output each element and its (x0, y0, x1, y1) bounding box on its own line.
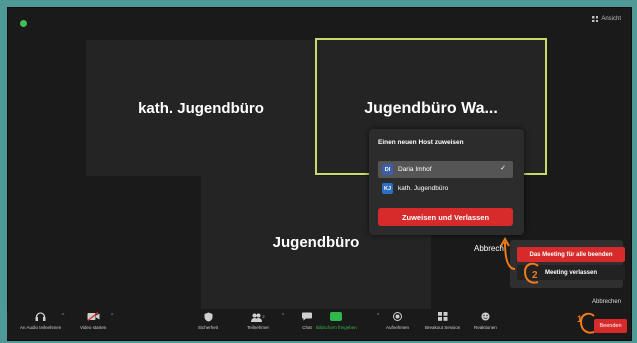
record-button[interactable]: Aufnehmen (386, 312, 409, 330)
breakout-rooms-button[interactable]: Breakout Session (425, 312, 460, 330)
encryption-shield-icon[interactable] (20, 20, 27, 27)
start-video-label: Video starten (80, 325, 107, 330)
start-video-button[interactable]: Video starten (80, 311, 107, 330)
tile-participant-name: Jugendbüro (272, 234, 360, 251)
video-off-icon (87, 311, 100, 322)
end-meeting-button[interactable]: Beenden (594, 319, 627, 333)
share-screen-icon (330, 312, 343, 321)
orange-annotation-number-1-icon: 1 (577, 312, 595, 334)
join-audio-button[interactable]: An Audio teilnehmen (20, 312, 61, 330)
share-screen-label: Bildschirm freigeben (316, 325, 357, 330)
view-button[interactable]: Ansicht (592, 16, 621, 22)
view-label: Ansicht (601, 16, 621, 22)
svg-text:2: 2 (532, 270, 538, 281)
assign-and-leave-button[interactable]: Zuweisen und Verlassen (378, 208, 513, 226)
orange-annotation-number-2-icon: 2 (523, 262, 539, 284)
reactions-button[interactable]: Reaktionen (474, 312, 497, 330)
end-meeting-for-all-button[interactable]: Das Meeting für alle beenden (517, 247, 625, 262)
participant-name: Daria Imhof (398, 166, 432, 173)
security-button[interactable]: Sicherheit (198, 312, 218, 330)
headphones-icon (35, 312, 46, 322)
chat-label: Chat (302, 325, 312, 330)
audio-options-chevron-icon[interactable]: ^ (62, 313, 64, 319)
avatar: DI (382, 164, 393, 175)
svg-text:1: 1 (577, 314, 582, 324)
record-label: Aufnehmen (386, 325, 410, 330)
participants-options-chevron-icon[interactable]: ^ (282, 313, 284, 319)
video-options-chevron-icon[interactable]: ^ (111, 313, 113, 319)
avatar: KJ (382, 183, 393, 194)
orange-annotation-arrow-icon (500, 236, 516, 270)
host-option-kath-jugendbuero[interactable]: KJ kath. Jugendbüro (378, 180, 513, 197)
video-tile-kath-jugendbuero[interactable]: kath. Jugendbüro (86, 40, 316, 176)
dialog-title: Einen neuen Host zuweisen (378, 139, 464, 146)
grid-view-icon (592, 16, 599, 22)
shield-icon (204, 312, 213, 322)
participants-icon: 2 (251, 312, 265, 322)
reactions-label: Reaktionen (474, 325, 497, 330)
participants-label: Teilnehmer (247, 325, 270, 330)
checkmark-icon: ✓ (500, 165, 506, 172)
participants-count: 2 (262, 314, 265, 319)
assign-host-dialog: Einen neuen Host zuweisen DI Daria Imhof… (369, 129, 524, 235)
share-screen-button[interactable]: Bildschirm freigeben (316, 312, 357, 330)
tile-participant-name: kath. Jugendbüro (138, 99, 264, 117)
breakout-rooms-icon (437, 312, 448, 322)
breakout-rooms-label: Breakout Session (425, 325, 461, 330)
chat-button[interactable]: Chat (302, 312, 312, 330)
participants-button[interactable]: 2 Teilnehmer (247, 312, 269, 330)
record-icon (393, 312, 403, 322)
host-option-daria-imhof[interactable]: DI Daria Imhof ✓ (378, 161, 513, 178)
participant-name: kath. Jugendbüro (398, 185, 449, 192)
share-options-chevron-icon[interactable]: ^ (377, 313, 379, 319)
tile-participant-name: Jugendbüro Wa... (364, 100, 498, 117)
security-label: Sicherheit (198, 325, 219, 330)
smiley-icon (481, 312, 490, 322)
join-audio-label: An Audio teilnehmen (20, 325, 62, 330)
end-menu-cancel-button[interactable]: Abbrechen (592, 299, 621, 305)
chat-icon (302, 312, 312, 322)
